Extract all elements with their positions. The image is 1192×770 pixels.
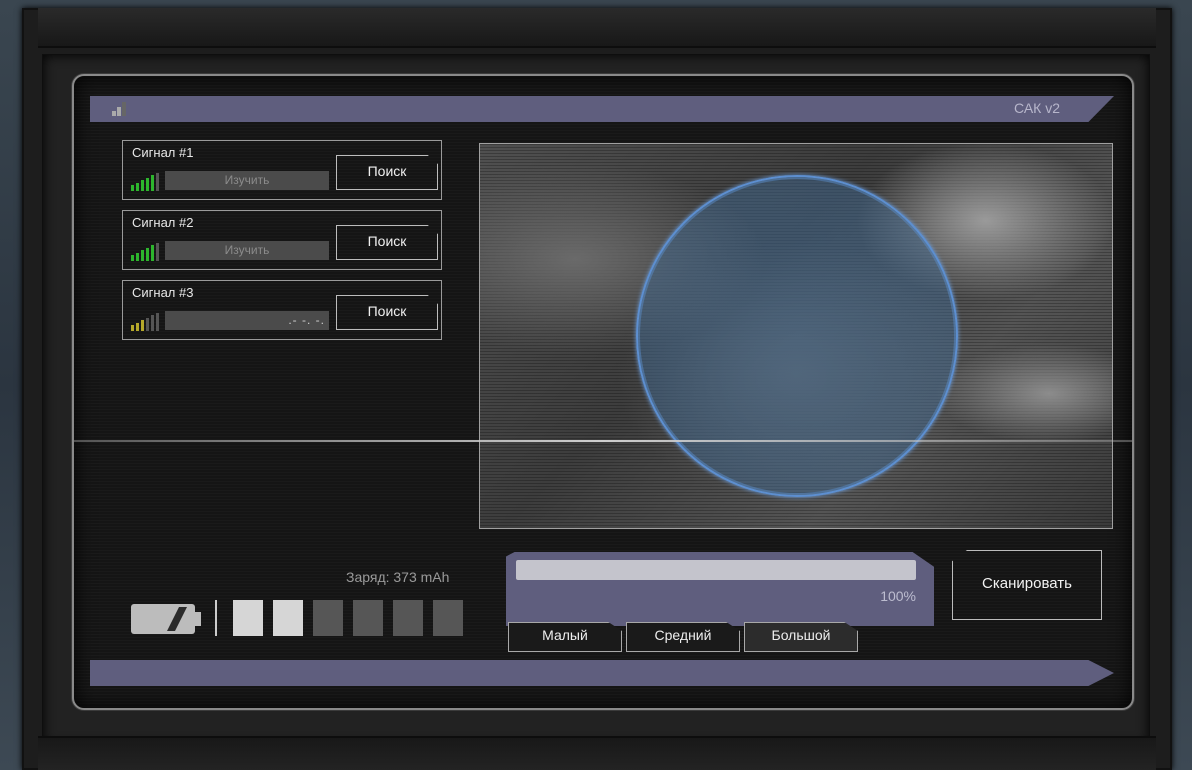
signal-bar <box>146 247 149 261</box>
signal-bar <box>131 185 134 191</box>
decode-field: .- -. -. <box>165 311 329 330</box>
signal-bars-icon <box>131 311 161 331</box>
signal-bar <box>136 322 139 331</box>
signal-bar <box>141 250 144 261</box>
signal-bar <box>136 252 139 261</box>
battery-cell <box>273 600 303 636</box>
battery-cell <box>433 600 463 636</box>
scan-viewport[interactable] <box>479 143 1113 529</box>
signal-bar <box>156 242 159 261</box>
signal-bar <box>141 180 144 191</box>
signal-bar <box>141 320 144 331</box>
signal-bars-icon <box>131 171 161 191</box>
scanner-screen: САК v2 Сигнал #1 Изучить Поиск Сигнал #2… <box>72 74 1134 710</box>
signal-bar <box>131 325 134 331</box>
progress-track <box>516 560 916 580</box>
battery-divider <box>215 600 217 636</box>
scan-line <box>74 440 1132 442</box>
size-large-button[interactable]: Большой <box>744 622 858 652</box>
scan-area-circle[interactable] <box>636 175 958 497</box>
signal-bar <box>151 315 154 331</box>
scan-button[interactable]: Сканировать <box>952 550 1102 620</box>
signal-label: Сигнал #2 <box>132 215 194 230</box>
device-bottom-bar <box>38 736 1156 770</box>
signal-bar <box>146 177 149 191</box>
progress-percent: 100% <box>880 588 916 604</box>
search-button[interactable]: Поиск <box>336 225 438 260</box>
signal-bar <box>151 245 154 261</box>
search-button[interactable]: Поиск <box>336 295 438 330</box>
signal-card-2: Сигнал #2 Изучить Поиск <box>122 210 442 270</box>
signal-bar <box>156 312 159 331</box>
signal-bars-icon <box>131 241 161 261</box>
signal-label: Сигнал #3 <box>132 285 194 300</box>
signal-bar <box>131 255 134 261</box>
battery-cell <box>313 600 343 636</box>
signal-card-3: Сигнал #3 .- -. -. Поиск <box>122 280 442 340</box>
signal-card-1: Сигнал #1 Изучить Поиск <box>122 140 442 200</box>
progress-panel: 100% <box>506 552 934 626</box>
signal-label: Сигнал #1 <box>132 145 194 160</box>
battery-icon <box>131 602 201 636</box>
footer-bar <box>90 660 1114 686</box>
signal-strength-icon <box>112 102 132 116</box>
signal-bar <box>136 182 139 191</box>
search-button[interactable]: Поиск <box>336 155 438 190</box>
signal-bar <box>156 172 159 191</box>
device-top-bar <box>38 8 1156 48</box>
progress-fill <box>516 560 916 580</box>
study-button[interactable]: Изучить <box>165 171 329 190</box>
app-title: САК v2 <box>1014 100 1060 116</box>
battery-cell <box>393 600 423 636</box>
battery-cell <box>233 600 263 636</box>
header-bar: САК v2 <box>90 96 1114 122</box>
charge-label: Заряд: 373 mAh <box>346 569 450 585</box>
study-button[interactable]: Изучить <box>165 241 329 260</box>
signal-bar <box>146 317 149 331</box>
battery-cell <box>353 600 383 636</box>
signal-bar <box>151 175 154 191</box>
size-medium-button[interactable]: Средний <box>626 622 740 652</box>
size-small-button[interactable]: Малый <box>508 622 622 652</box>
